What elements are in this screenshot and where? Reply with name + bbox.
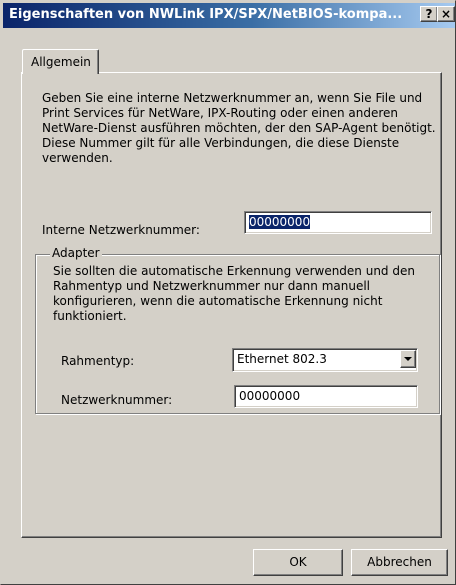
internal-network-value: 00000000 [249,215,311,229]
network-number-label: Netzwerknummer: [61,393,173,407]
network-number-value: 00000000 [239,389,301,403]
frame-type-field[interactable]: Ethernet 802.3 [232,348,418,372]
frame-type-label: Rahmentyp: [61,354,135,368]
adapter-group-label: Adapter [50,246,102,260]
tab-label: Allgemein [31,55,91,69]
chevron-down-icon[interactable] [400,350,416,368]
window-title: Eigenschaften von NWLink IPX/SPX/NetBIOS… [9,7,403,22]
frame-type-select[interactable]: Ethernet 802.3 [232,348,418,372]
title-bar[interactable]: Eigenschaften von NWLink IPX/SPX/NetBIOS… [3,3,455,28]
properties-dialog: Eigenschaften von NWLink IPX/SPX/NetBIOS… [0,0,456,585]
ok-button[interactable]: OK [253,549,343,576]
internal-network-label: Interne Netzwerknummer: [42,223,200,237]
close-button[interactable]: × [437,6,455,22]
general-description: Geben Sie eine interne Netzwerknummer an… [42,91,436,165]
tab-allgemein[interactable]: Allgemein [22,49,99,74]
help-button[interactable]: ? [420,6,438,22]
network-number-input[interactable]: 00000000 [234,385,418,408]
adapter-description: Sie sollten die automatische Erkennung v… [53,264,415,323]
frame-type-value: Ethernet 802.3 [237,352,327,366]
internal-network-input[interactable]: 00000000 [244,211,432,234]
cancel-button[interactable]: Abbrechen [351,549,448,576]
